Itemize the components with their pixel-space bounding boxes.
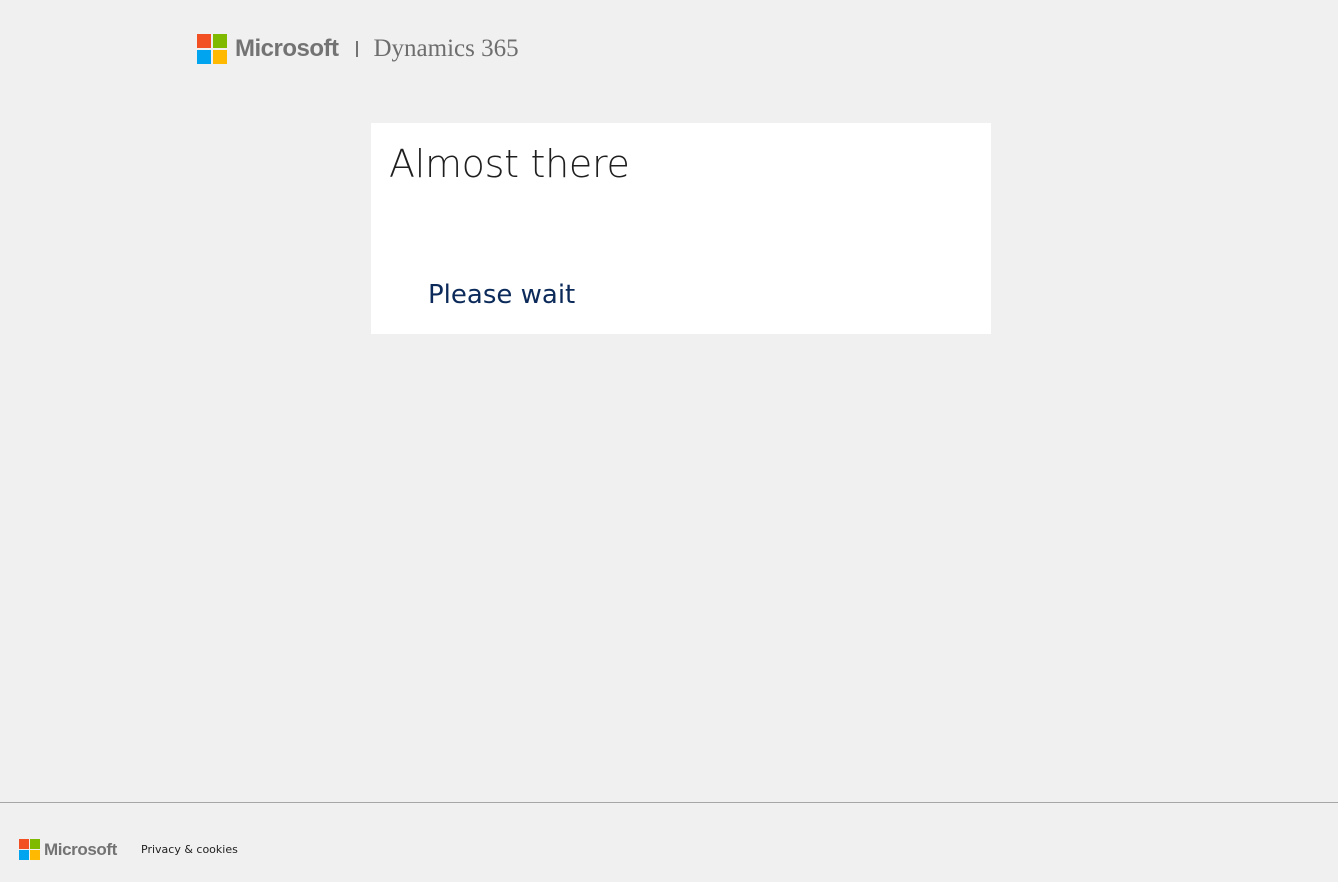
- logo-square-blue: [197, 50, 211, 64]
- logo-square-red: [197, 34, 211, 48]
- logo-square-green: [213, 34, 227, 48]
- microsoft-logo-icon: [197, 34, 227, 64]
- logo-square-yellow: [30, 850, 40, 860]
- footer-brand-name: Microsoft: [44, 840, 117, 859]
- logo-square-blue: [19, 850, 29, 860]
- status-message: Please wait: [428, 280, 576, 310]
- header-product-name: Dynamics 365: [373, 35, 519, 62]
- header-brand-name: Microsoft: [235, 35, 339, 62]
- logo-square-red: [19, 839, 29, 849]
- header-separator: [355, 41, 358, 57]
- privacy-cookies-link[interactable]: Privacy & cookies: [141, 842, 238, 858]
- page-footer: Microsoft Privacy & cookies: [0, 802, 1338, 882]
- page-title: Almost there: [389, 142, 630, 186]
- status-card: Almost there Please wait: [371, 123, 991, 334]
- logo-square-yellow: [213, 50, 227, 64]
- footer-microsoft-logo: Microsoft: [19, 839, 117, 860]
- logo-square-green: [30, 839, 40, 849]
- page-header: Microsoft Dynamics 365: [197, 34, 519, 64]
- microsoft-logo-icon: [19, 839, 40, 860]
